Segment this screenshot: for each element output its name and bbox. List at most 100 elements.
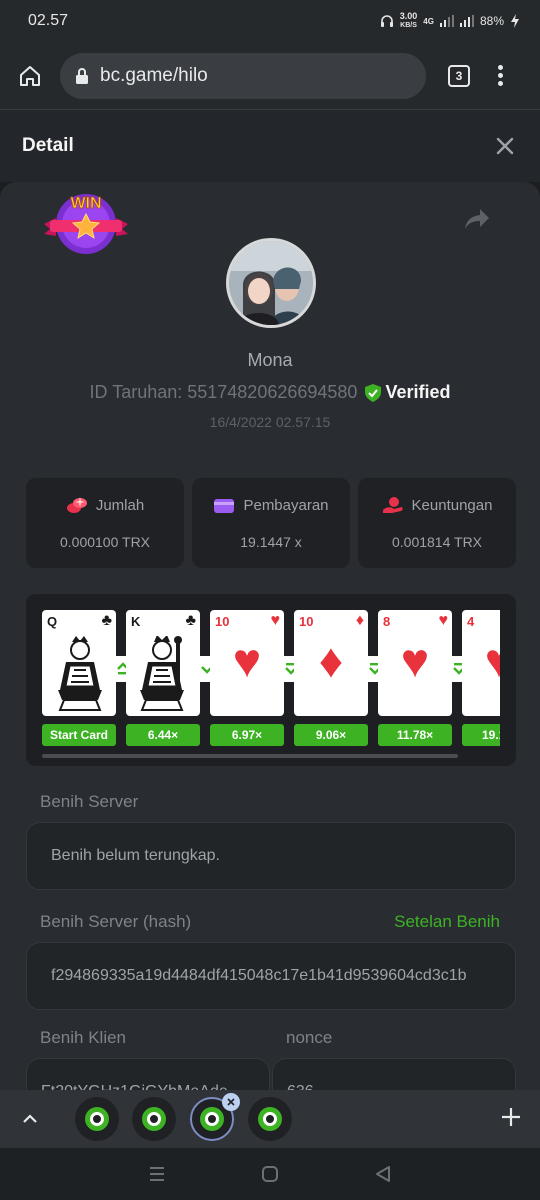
bcgame-logo-icon bbox=[258, 1107, 282, 1131]
home-nav-icon[interactable] bbox=[261, 1165, 279, 1183]
recent-apps-icon[interactable] bbox=[148, 1166, 166, 1182]
cards-history[interactable]: Q ♣ Start Card K ♣ 6.44× 10 ♥ ♥ 6.97× 10… bbox=[26, 594, 516, 766]
new-tab-button[interactable] bbox=[500, 1106, 522, 1133]
nonce-label: nonce bbox=[286, 1028, 333, 1047]
system-nav-bar bbox=[0, 1148, 540, 1200]
heart-suit-big: ♥ bbox=[484, 635, 500, 688]
bet-id-row: ID Taruhan: 55174820626694580 Verified bbox=[0, 382, 540, 403]
card-item-1: Q ♣ Start Card bbox=[42, 610, 116, 746]
headphones-icon bbox=[380, 15, 393, 27]
stat-amount: Jumlah 0.000100 TRX bbox=[26, 478, 184, 568]
multiplier-tag: 19.1 bbox=[462, 724, 500, 746]
heart-suit-big: ♥ bbox=[400, 635, 430, 688]
hand-coin-icon bbox=[382, 497, 403, 513]
share-icon[interactable] bbox=[464, 208, 490, 230]
menu-dot bbox=[498, 81, 503, 86]
playing-card: K ♣ bbox=[126, 610, 200, 716]
collapse-dock-button[interactable] bbox=[0, 1113, 60, 1125]
battery-level: 88% bbox=[479, 14, 504, 28]
seed-settings-link[interactable]: Setelan Benih bbox=[394, 912, 500, 932]
plus-icon bbox=[502, 1108, 520, 1126]
server-seed-field[interactable]: Benih belum terungkap. bbox=[26, 822, 516, 890]
charging-icon bbox=[511, 14, 519, 28]
stat-amount-label: Jumlah bbox=[95, 496, 145, 514]
shield-check-icon bbox=[365, 383, 382, 402]
network-type: 4G bbox=[423, 16, 434, 26]
tab-bcgame-4[interactable] bbox=[248, 1097, 292, 1141]
close-icon[interactable] bbox=[496, 137, 514, 155]
tab-switcher-button[interactable]: 3 bbox=[448, 64, 470, 87]
avatar-photo bbox=[229, 241, 313, 325]
signal-2-icon bbox=[459, 15, 474, 27]
horizontal-scrollbar[interactable] bbox=[42, 754, 458, 758]
client-seed-field[interactable]: Ft20tYGHz1GiGYbMeAde bbox=[26, 1058, 270, 1090]
status-icons: 3.00 KB/S 4G 88% bbox=[380, 12, 520, 30]
bcgame-logo-icon bbox=[200, 1107, 224, 1131]
card-item-5: 8 ♥ ♥ 11.78× bbox=[378, 610, 452, 746]
card-rank: Q bbox=[47, 614, 58, 629]
stat-amount-value: 0.000100 TRX bbox=[59, 534, 151, 550]
stat-profit-value: 0.001814 TRX bbox=[391, 534, 483, 550]
client-seed-label: Benih Klien bbox=[40, 1028, 127, 1047]
tab-bcgame-1[interactable] bbox=[75, 1097, 119, 1141]
nonce-field[interactable]: 636 bbox=[272, 1058, 516, 1090]
browser-toolbar: bc.game/hilo 3 bbox=[0, 42, 540, 110]
win-badge-icon: WIN bbox=[44, 194, 128, 254]
coins-icon bbox=[66, 497, 87, 513]
diamond-suit-big: ♦ bbox=[318, 635, 344, 688]
multiplier-tag: Start Card bbox=[42, 724, 116, 746]
tab-bcgame-active[interactable] bbox=[190, 1093, 240, 1141]
url-text: bc.game/hilo bbox=[100, 64, 208, 86]
stat-payout-header: Pembayaran bbox=[213, 496, 329, 514]
playing-card: 8 ♥ ♥ bbox=[378, 610, 452, 716]
browser-menu-button[interactable] bbox=[498, 65, 503, 86]
playing-card: 4 ♥ ♥ bbox=[462, 610, 500, 716]
stat-amount-header: Jumlah bbox=[66, 496, 144, 514]
bet-date: 16/4/2022 02.57.15 bbox=[209, 414, 331, 430]
card-item-2: K ♣ 6.44× bbox=[126, 610, 200, 746]
stat-profit-header: Keuntungan bbox=[382, 496, 493, 514]
stat-payout: Pembayaran 19.1447 x bbox=[192, 478, 350, 568]
detail-header: Detail bbox=[0, 110, 540, 182]
stat-profit-label: Keuntungan bbox=[411, 496, 493, 514]
verified-badge[interactable]: Verified bbox=[365, 382, 450, 403]
close-icon bbox=[227, 1098, 235, 1106]
stat-payout-label: Pembayaran bbox=[243, 496, 329, 514]
win-badge-text: WIN bbox=[70, 195, 101, 212]
signal-icon bbox=[439, 15, 454, 27]
home-icon bbox=[20, 65, 40, 86]
club-suit-icon: ♣ bbox=[185, 612, 197, 629]
card-strip[interactable]: Q ♣ Start Card K ♣ 6.44× 10 ♥ ♥ 6.97× 10… bbox=[42, 610, 500, 750]
bet-detail-panel: WIN Mona ID Taruhan: 55174820626694580 V… bbox=[0, 182, 540, 1090]
card-rank: 10 bbox=[299, 614, 314, 629]
card-item-4: 10 ♦ ♦ 9.06× bbox=[294, 610, 368, 746]
url-bar[interactable]: bc.game/hilo bbox=[60, 52, 426, 99]
multiplier-tag: 11.78× bbox=[378, 724, 452, 746]
home-button[interactable] bbox=[0, 42, 60, 110]
back-icon[interactable] bbox=[374, 1165, 392, 1183]
net-speed: 3.00 KB/S bbox=[399, 11, 418, 30]
lock-icon bbox=[76, 67, 88, 84]
wallet-icon bbox=[214, 499, 235, 513]
stat-payout-value: 19.1447 x bbox=[240, 534, 302, 550]
server-hash-field[interactable]: f294869335a19d4484df415048c17e1b41d95396… bbox=[26, 942, 516, 1010]
server-hash-label: Benih Server (hash) bbox=[40, 912, 192, 931]
card-rank: K bbox=[131, 614, 141, 629]
status-time: 02.57 bbox=[28, 12, 69, 29]
card-rank: 8 bbox=[383, 614, 391, 629]
tab-bcgame-2[interactable] bbox=[132, 1097, 176, 1141]
server-seed-label: Benih Server bbox=[40, 792, 139, 811]
playing-card: 10 ♦ ♦ bbox=[294, 610, 368, 716]
card-item-3: 10 ♥ ♥ 6.97× bbox=[210, 610, 284, 746]
avatar bbox=[226, 238, 316, 328]
bet-id: ID Taruhan: 55174820626694580 bbox=[89, 382, 358, 402]
king-figure-icon bbox=[140, 636, 184, 711]
menu-dot bbox=[498, 65, 503, 70]
card-rank: 10 bbox=[215, 614, 230, 629]
close-tab-button[interactable] bbox=[222, 1093, 240, 1111]
club-suit-icon: ♣ bbox=[101, 612, 113, 629]
heart-suit-icon: ♥ bbox=[438, 612, 449, 629]
card-item-6: 4 ♥ ♥ 19.1 bbox=[462, 610, 500, 746]
bcgame-logo-icon bbox=[142, 1107, 166, 1131]
queen-figure-icon bbox=[58, 636, 102, 711]
